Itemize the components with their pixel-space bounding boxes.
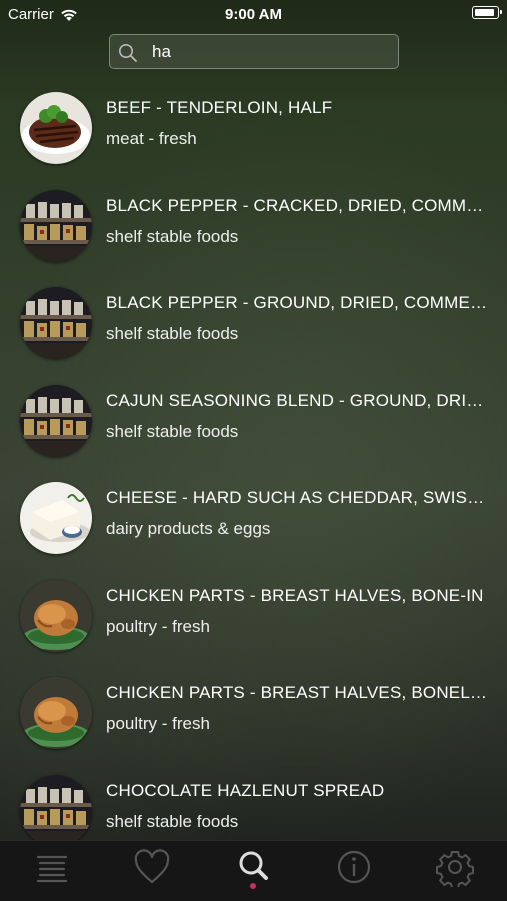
food-category: poultry - fresh <box>106 714 210 733</box>
results-list[interactable]: BEEF - TENDERLOIN, HALF meat - fresh BLACK… <box>0 80 507 840</box>
list-item[interactable]: CAJUN SEASONING BLEND - GROUND, DRIED, C… <box>0 373 507 470</box>
heart-icon <box>134 849 170 884</box>
food-thumbnail <box>20 677 92 749</box>
food-thumbnail <box>20 287 92 359</box>
food-category: shelf stable foods <box>106 226 239 246</box>
list-item[interactable]: CHEESE - HARD SUCH AS CHEDDAR, SWISS, PA… <box>0 470 507 567</box>
list-item[interactable]: CHOCOLATE HAZLENUT SPREAD shelf stable fo… <box>0 763 507 840</box>
battery-icon <box>472 6 502 19</box>
search-input[interactable] <box>152 39 392 64</box>
food-thumbnail <box>20 92 92 164</box>
food-title: CHICKEN PARTS - BREAST HALVES, BONE-IN <box>106 585 484 605</box>
food-thumbnail <box>20 774 92 840</box>
tab-list[interactable] <box>32 847 72 887</box>
food-category: meat - fresh <box>106 129 197 148</box>
tab-search[interactable] <box>233 847 273 887</box>
list-icon <box>36 855 68 883</box>
food-category: dairy products & eggs <box>106 519 271 538</box>
food-title: CHOCOLATE HAZLENUT SPREAD <box>106 780 385 800</box>
clock: 9:00 AM <box>225 6 282 23</box>
food-category: poultry - fresh <box>106 616 210 636</box>
status-bar: Carrier 9:00 AM <box>0 0 507 28</box>
list-item[interactable]: BLACK PEPPER - GROUND, DRIED, COMMERCIAL… <box>0 275 507 372</box>
food-thumbnail <box>20 482 92 554</box>
search-icon <box>239 851 268 880</box>
list-item[interactable]: CHICKEN PARTS - BREAST HALVES, BONE-IN po… <box>0 568 507 665</box>
food-thumbnail <box>20 579 92 652</box>
search-icon <box>119 44 137 62</box>
food-category: shelf stable foods <box>106 811 239 831</box>
active-tab-indicator <box>250 883 256 889</box>
food-title: CHICKEN PARTS - BREAST HALVES, BONELESS <box>106 683 494 702</box>
info-icon <box>337 850 371 884</box>
food-category: shelf stable foods <box>106 324 239 343</box>
list-item[interactable]: BEEF - TENDERLOIN, HALF meat - fresh <box>0 80 507 177</box>
food-title: BEEF - TENDERLOIN, HALF <box>106 98 333 117</box>
food-thumbnail <box>20 189 92 262</box>
tab-favorites[interactable] <box>132 847 172 887</box>
food-category: shelf stable foods <box>106 421 239 441</box>
search-bar[interactable] <box>109 34 399 69</box>
tab-info[interactable] <box>334 847 374 887</box>
food-thumbnail <box>20 384 92 457</box>
food-title: BLACK PEPPER - CRACKED, DRIED, COMMERCIA… <box>106 195 494 215</box>
list-item[interactable]: CHICKEN PARTS - BREAST HALVES, BONELESS p… <box>0 665 507 762</box>
tab-settings[interactable] <box>435 847 475 889</box>
list-item[interactable]: BLACK PEPPER - CRACKED, DRIED, COMMERCIA… <box>0 178 507 275</box>
food-title: CHEESE - HARD SUCH AS CHEDDAR, SWISS, PA… <box>106 488 494 507</box>
gear-icon <box>436 851 474 889</box>
tab-bar <box>0 840 507 901</box>
food-title: CAJUN SEASONING BLEND - GROUND, DRIED, C… <box>106 390 494 410</box>
food-title: BLACK PEPPER - GROUND, DRIED, COMMERCIAL… <box>106 293 494 312</box>
